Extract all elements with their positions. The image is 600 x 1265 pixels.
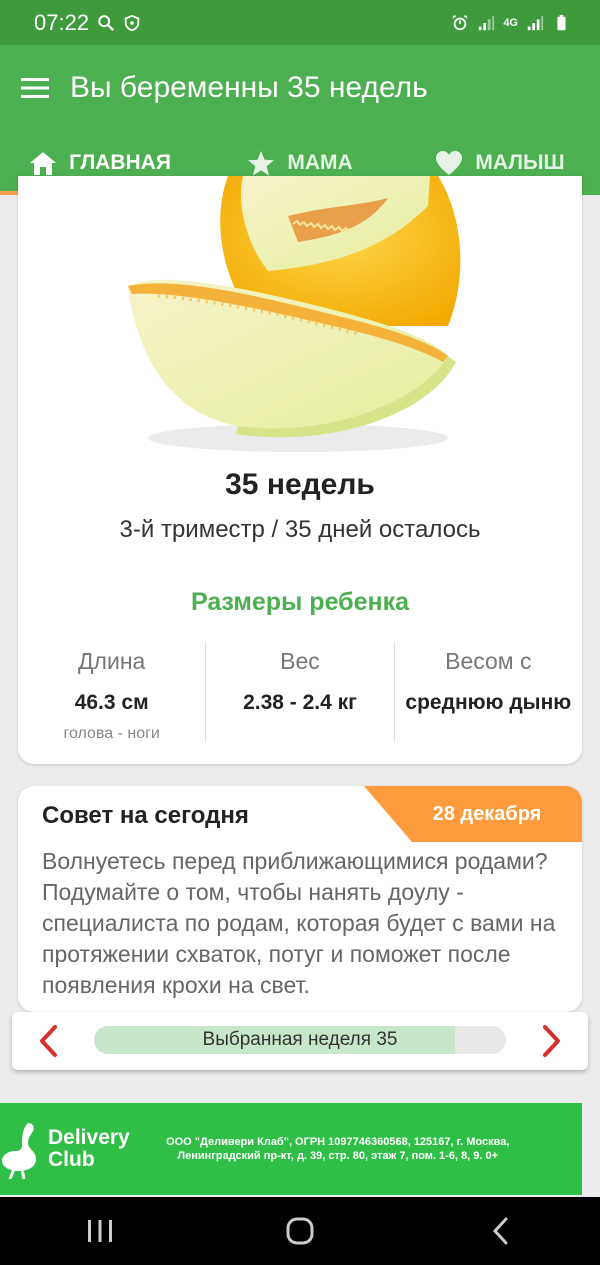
status-left: 07:22 bbox=[34, 10, 141, 36]
shield-status-icon bbox=[124, 14, 140, 31]
week-selector: Выбранная неделя 35 bbox=[12, 1012, 588, 1070]
trimester-subtitle: 3-й триместр / 35 дней осталось bbox=[119, 516, 481, 543]
ad-banner[interactable]: Delivery Club ООО "Деливери Клаб", ОГРН … bbox=[0, 1103, 582, 1195]
size-value: 2.38 - 2.4 кг bbox=[243, 691, 357, 714]
network-label: 4G bbox=[503, 16, 518, 29]
selected-week-label: Выбранная неделя 35 bbox=[202, 1029, 398, 1050]
ad-legal-text: ООО "Деливери Клаб", ОГРН 1097746360568,… bbox=[166, 1136, 510, 1162]
chevron-left-icon bbox=[40, 1025, 57, 1057]
home-icon bbox=[30, 152, 57, 175]
app-title-row: Вы беременны 35 недель bbox=[0, 45, 600, 131]
date-badge: 28 декабря bbox=[364, 786, 582, 842]
menu-button[interactable] bbox=[0, 45, 70, 131]
back-chevron-icon bbox=[492, 1217, 508, 1245]
recent-apps-icon bbox=[88, 1220, 112, 1242]
hamburger-menu-icon bbox=[21, 78, 49, 98]
ad-brand-line1: Delivery bbox=[48, 1126, 130, 1149]
search-status-icon bbox=[98, 14, 115, 31]
melon-icon bbox=[128, 176, 461, 452]
app-bar: Вы беременны 35 недель ГЛАВНАЯ МАМА МАЛЫ… bbox=[0, 45, 600, 195]
baby-sizes-title: Размеры ребенка bbox=[190, 588, 410, 616]
ad-logo: Delivery Club bbox=[0, 1119, 130, 1179]
signal-icon-1 bbox=[479, 15, 495, 30]
home-button[interactable] bbox=[260, 1197, 340, 1265]
back-button[interactable] bbox=[460, 1197, 540, 1265]
signal-icon-2 bbox=[527, 15, 544, 30]
heart-icon bbox=[436, 151, 463, 175]
tip-title: Совет на сегодня bbox=[42, 802, 249, 829]
baby-sizes-row: Длина 46.3 см голова - ноги Вес 2.38 - 2… bbox=[18, 642, 582, 742]
daily-tip-card[interactable]: 28 декабря Совет на сегодня Волнуетесь п… bbox=[18, 786, 582, 1012]
recent-apps-button[interactable] bbox=[60, 1197, 140, 1265]
week-progress-bar: Выбранная неделя 35 bbox=[94, 1026, 506, 1054]
size-length: Длина 46.3 см голова - ноги bbox=[18, 642, 205, 742]
size-value: среднюю дыню bbox=[405, 691, 572, 714]
size-comparison: Весом с среднюю дыню bbox=[393, 642, 582, 742]
size-weight: Вес 2.38 - 2.4 кг bbox=[205, 642, 393, 742]
status-time: 07:22 bbox=[34, 9, 90, 35]
status-bar: 07:22 4G bbox=[0, 0, 600, 45]
tab-baby-label: МАЛЫШ bbox=[475, 151, 565, 174]
tab-mama-label: МАМА bbox=[287, 151, 353, 174]
next-week-button[interactable] bbox=[522, 1012, 582, 1070]
battery-icon bbox=[557, 14, 566, 30]
chevron-right-icon bbox=[543, 1025, 560, 1057]
page-title: Вы беременны 35 недель bbox=[70, 71, 428, 104]
ad-brand: Delivery Club bbox=[48, 1127, 130, 1171]
alarm-icon bbox=[452, 14, 469, 30]
tab-home-label: ГЛАВНАЯ bbox=[69, 151, 171, 174]
week-info-card: 35 недель 3-й триместр / 35 дней осталос… bbox=[18, 176, 582, 764]
size-label: Весом с bbox=[445, 648, 532, 674]
system-nav-bar bbox=[0, 1197, 600, 1265]
previous-week-button[interactable] bbox=[18, 1012, 78, 1070]
size-label: Вес bbox=[280, 648, 320, 674]
size-note: голова - ноги bbox=[63, 725, 160, 742]
ad-brand-line2: Club bbox=[48, 1148, 95, 1171]
size-value: 46.3 см bbox=[74, 691, 149, 714]
ostrich-logo-icon bbox=[2, 1123, 36, 1179]
home-circle-icon bbox=[286, 1217, 314, 1245]
status-right: 4G bbox=[451, 14, 570, 32]
week-title: 35 недель bbox=[225, 468, 375, 501]
size-label: Длина bbox=[77, 648, 146, 674]
star-icon bbox=[248, 150, 275, 175]
tip-text: Волнуетесь перед приближающимися родами?… bbox=[42, 848, 556, 998]
